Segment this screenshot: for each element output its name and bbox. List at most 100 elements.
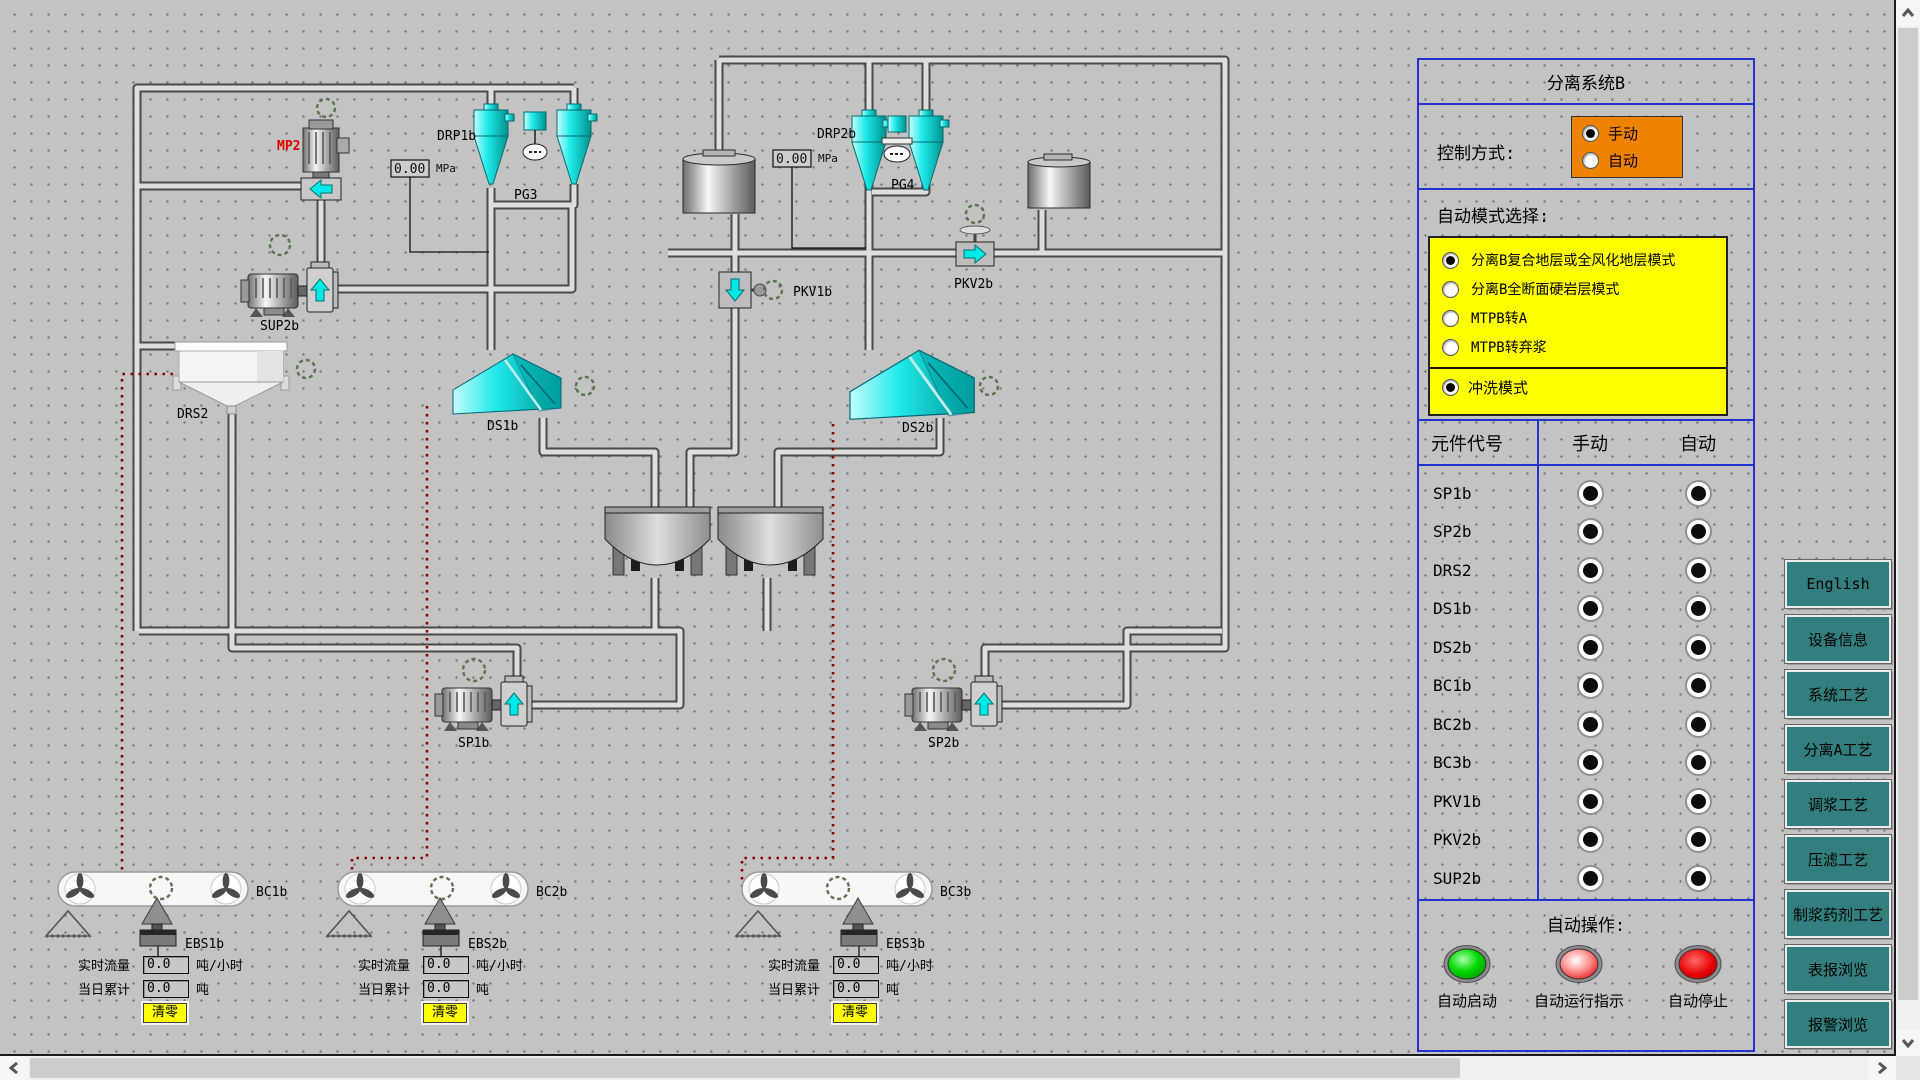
device-code: PKV2b <box>1419 830 1537 849</box>
total-unit: 吨 <box>476 979 523 998</box>
manual-indicator <box>1577 634 1604 661</box>
nav-slurry-mixing[interactable]: 调浆工艺 <box>1785 780 1891 828</box>
scada-screen: 0.00 MPa DRP1b 0.00 MPa DRP2b MP2 PG3 PG… <box>0 0 1920 1080</box>
scroll-left-button[interactable] <box>0 1056 28 1080</box>
table-row: SP2b <box>1419 513 1753 552</box>
auto-start-button[interactable]: 自动启动 <box>1419 944 1515 1011</box>
total-value: 0.0 <box>143 980 189 998</box>
table-row: BC3b <box>1419 744 1753 783</box>
pump-sup2b[interactable] <box>241 262 338 317</box>
table-row: DS1b <box>1419 590 1753 629</box>
nav-report-view[interactable]: 表报浏览 <box>1785 945 1891 993</box>
auto-indicator <box>1685 557 1712 584</box>
conveyor-bc2b[interactable] <box>338 872 528 906</box>
radio-auto[interactable]: 自动 <box>1582 150 1682 171</box>
mode-option-3-dot[interactable] <box>1442 310 1459 327</box>
nav-alarm-view[interactable]: 报警浏览 <box>1785 1000 1891 1048</box>
flow-value: 0.0 <box>423 956 469 974</box>
table-row: BC1b <box>1419 667 1753 706</box>
svg-text:DRP1b: DRP1b <box>437 129 476 144</box>
mode-option-4-dot[interactable] <box>1442 339 1459 356</box>
mode-option-flush-dot[interactable] <box>1442 379 1459 396</box>
radio-manual[interactable]: 手动 <box>1582 123 1682 144</box>
auto-indicator <box>1685 826 1712 853</box>
scroll-up-button[interactable] <box>1896 0 1920 26</box>
table-row: SP1b <box>1419 474 1753 513</box>
label-sp2b: SP2b <box>928 736 959 751</box>
tank-drs2[interactable] <box>173 342 289 414</box>
horizontal-scroll-thumb[interactable] <box>30 1058 1460 1078</box>
label-pkv1b: PKV1b <box>793 285 832 300</box>
label-ebs3b: EBS3b <box>886 937 925 952</box>
gauge-line-drp2b <box>792 167 866 248</box>
mode-option-1-dot[interactable] <box>1442 252 1459 269</box>
pump-sp1b[interactable] <box>435 676 532 731</box>
flow-unit: 吨/小时 <box>196 955 243 974</box>
conveyor-bc1b[interactable] <box>58 872 248 906</box>
mix-tank-1[interactable] <box>605 507 710 575</box>
device-code: BC1b <box>1419 676 1537 695</box>
flow-label: 实时流量 <box>78 955 136 974</box>
clear-button[interactable]: 清零 <box>423 1003 467 1023</box>
cyclone-group-pg3[interactable] <box>474 104 597 184</box>
clear-button[interactable]: 清零 <box>143 1003 187 1023</box>
device-code: BC3b <box>1419 753 1537 772</box>
mode-option-2[interactable]: 分离B全断面硬岩层模式 <box>1442 279 1726 299</box>
mode-option-1[interactable]: 分离B复合地层或全风化地层模式 <box>1442 250 1726 270</box>
process-diagram: 0.00 MPa DRP1b 0.00 MPa DRP2b MP2 PG3 PG… <box>0 0 1420 1053</box>
flow-label: 实时流量 <box>358 955 416 974</box>
device-table-header: 元件代号 手动 自动 <box>1419 421 1753 466</box>
nav-column: English 设备信息 系统工艺 分离A工艺 调浆工艺 压滤工艺 制浆药剂工艺… <box>1785 560 1891 1055</box>
radio-manual-dot[interactable] <box>1582 125 1599 142</box>
device-code: SP2b <box>1419 522 1537 541</box>
tank-right[interactable] <box>1028 154 1090 208</box>
valve-pkv1b[interactable] <box>719 272 766 308</box>
nav-slurry-agent[interactable]: 制浆药剂工艺 <box>1785 890 1891 938</box>
tank-left[interactable] <box>683 150 755 213</box>
clear-button[interactable]: 清零 <box>833 1003 877 1023</box>
nav-device-info[interactable]: 设备信息 <box>1785 615 1891 663</box>
auto-stop-button[interactable]: 自动停止 <box>1643 944 1753 1011</box>
screen-ds2b[interactable] <box>850 350 974 419</box>
vertical-scroll-thumb[interactable] <box>1898 28 1918 1000</box>
total-unit: 吨 <box>886 979 933 998</box>
control-panel: 分离系统B 控制方式: 手动 自动 自动模式选择: <box>1417 58 1755 1052</box>
manual-indicator <box>1577 557 1604 584</box>
vertical-scrollbar[interactable] <box>1896 0 1920 1056</box>
label-bc3b: BC3b <box>940 885 971 900</box>
nav-english[interactable]: English <box>1785 560 1891 608</box>
scroll-right-button[interactable] <box>1868 1056 1896 1080</box>
radio-auto-dot[interactable] <box>1582 152 1599 169</box>
auto-indicator <box>1685 788 1712 815</box>
screen-ds1b[interactable] <box>453 354 561 414</box>
mix-tank-2[interactable] <box>718 507 823 575</box>
label-bc1b: BC1b <box>256 885 287 900</box>
nav-filter-press[interactable]: 压滤工艺 <box>1785 835 1891 883</box>
horizontal-scrollbar[interactable] <box>0 1056 1896 1080</box>
mode-option-4[interactable]: MTPB转弃浆 <box>1442 337 1726 357</box>
panel-title: 分离系统B <box>1419 60 1753 105</box>
control-mode-label: 控制方式: <box>1437 139 1515 164</box>
svg-text:MPa: MPa <box>436 162 456 175</box>
total-value: 0.0 <box>423 980 469 998</box>
mode-option-2-dot[interactable] <box>1442 281 1459 298</box>
nav-separation-a[interactable]: 分离A工艺 <box>1785 725 1891 773</box>
auto-mode-heading: 自动模式选择: <box>1437 202 1549 227</box>
chevron-right-icon <box>1877 1061 1887 1075</box>
auto-running-indicator: 自动运行指示 <box>1515 944 1643 1011</box>
svg-text:0.00: 0.00 <box>776 152 807 167</box>
mode-option-flush[interactable]: 冲洗模式 <box>1442 377 1726 398</box>
valve-pkv2b[interactable] <box>956 226 994 266</box>
scroll-down-button[interactable] <box>1896 1030 1920 1056</box>
auto-mode-box: 分离B复合地层或全风化地层模式 分离B全断面硬岩层模式 MTPB转A MTPB转… <box>1428 236 1728 416</box>
manual-indicator <box>1577 518 1604 545</box>
mode-option-3[interactable]: MTPB转A <box>1442 308 1726 328</box>
green-lamp-icon <box>1443 944 1491 984</box>
label-sup2b: SUP2b <box>260 319 299 334</box>
nav-system-process[interactable]: 系统工艺 <box>1785 670 1891 718</box>
mp2-pump[interactable] <box>301 120 349 200</box>
manual-indicator <box>1577 788 1604 815</box>
label-pg3: PG3 <box>514 188 537 203</box>
label-ebs2b: EBS2b <box>468 937 507 952</box>
pump-sp2b[interactable] <box>905 676 1002 731</box>
